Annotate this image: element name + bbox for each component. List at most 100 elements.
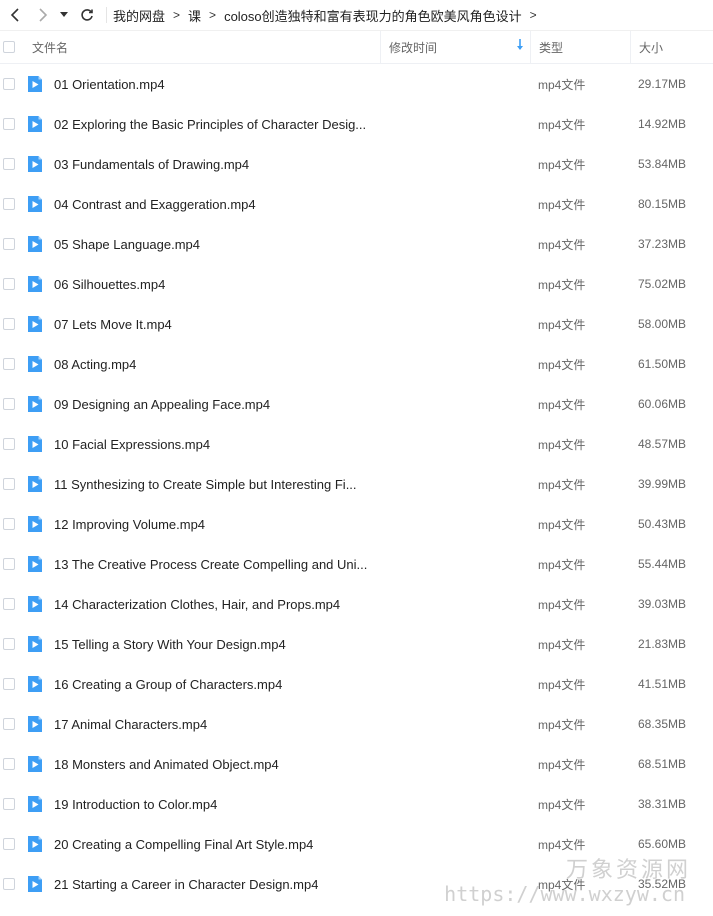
file-type: mp4文件: [538, 717, 586, 732]
file-name-cell: 17 Animal Characters.mp4: [28, 704, 530, 744]
file-row[interactable]: 10 Facial Expressions.mp4 mp4文件 48.57MB: [0, 424, 713, 464]
file-type: mp4文件: [538, 517, 586, 532]
column-header-modified[interactable]: 修改时间: [380, 31, 530, 63]
file-row[interactable]: 21 Starting a Career in Character Design…: [0, 864, 713, 904]
file-row[interactable]: 03 Fundamentals of Drawing.mp4 mp4文件 53.…: [0, 144, 713, 184]
file-size: 39.03MB: [638, 597, 687, 611]
nav-divider: [106, 7, 107, 23]
file-checkbox[interactable]: [3, 558, 15, 570]
file-checkbox[interactable]: [3, 118, 15, 130]
file-row[interactable]: 11 Synthesizing to Create Simple but Int…: [0, 464, 713, 504]
column-header-type[interactable]: 类型: [530, 31, 630, 63]
file-size: 48.57MB: [638, 437, 687, 451]
file-name[interactable]: 03 Fundamentals of Drawing.mp4: [54, 157, 249, 172]
file-checkbox[interactable]: [3, 878, 15, 890]
video-file-icon: [28, 196, 42, 212]
file-name[interactable]: 01 Orientation.mp4: [54, 77, 165, 92]
file-checkbox[interactable]: [3, 278, 15, 290]
back-button[interactable]: [4, 3, 26, 27]
file-name[interactable]: 19 Introduction to Color.mp4: [54, 797, 217, 812]
file-size: 68.51MB: [638, 757, 687, 771]
file-checkbox[interactable]: [3, 438, 15, 450]
video-file-icon: [28, 676, 42, 692]
column-header-name[interactable]: 文件名: [30, 31, 380, 63]
file-row[interactable]: 19 Introduction to Color.mp4 mp4文件 38.31…: [0, 784, 713, 824]
history-dropdown-button[interactable]: [56, 3, 72, 27]
video-file-icon: [28, 436, 42, 452]
file-row[interactable]: 12 Improving Volume.mp4 mp4文件 50.43MB: [0, 504, 713, 544]
file-checkbox[interactable]: [3, 758, 15, 770]
video-file-icon: [28, 716, 42, 732]
file-checkbox[interactable]: [3, 158, 15, 170]
file-name[interactable]: 02 Exploring the Basic Principles of Cha…: [54, 117, 366, 132]
file-size: 38.31MB: [638, 797, 687, 811]
file-checkbox[interactable]: [3, 798, 15, 810]
forward-button[interactable]: [32, 3, 54, 27]
file-type: mp4文件: [538, 77, 586, 92]
file-checkbox[interactable]: [3, 838, 15, 850]
file-checkbox[interactable]: [3, 678, 15, 690]
file-type: mp4文件: [538, 357, 586, 372]
file-row[interactable]: 07 Lets Move It.mp4 mp4文件 58.00MB: [0, 304, 713, 344]
file-row[interactable]: 06 Silhouettes.mp4 mp4文件 75.02MB: [0, 264, 713, 304]
refresh-button[interactable]: [76, 3, 98, 27]
select-all-checkbox[interactable]: [3, 41, 15, 53]
column-header-type-label: 类型: [539, 40, 564, 55]
file-name[interactable]: 14 Characterization Clothes, Hair, and P…: [54, 597, 340, 612]
file-row[interactable]: 01 Orientation.mp4 mp4文件 29.17MB: [0, 64, 713, 104]
file-type: mp4文件: [538, 477, 586, 492]
file-row[interactable]: 18 Monsters and Animated Object.mp4 mp4文…: [0, 744, 713, 784]
file-checkbox[interactable]: [3, 318, 15, 330]
file-type: mp4文件: [538, 837, 586, 852]
file-name[interactable]: 13 The Creative Process Create Compellin…: [54, 557, 367, 572]
file-name[interactable]: 12 Improving Volume.mp4: [54, 517, 205, 532]
file-name[interactable]: 17 Animal Characters.mp4: [54, 717, 207, 732]
file-row[interactable]: 02 Exploring the Basic Principles of Cha…: [0, 104, 713, 144]
file-row[interactable]: 17 Animal Characters.mp4 mp4文件 68.35MB: [0, 704, 713, 744]
file-checkbox[interactable]: [3, 398, 15, 410]
file-row[interactable]: 14 Characterization Clothes, Hair, and P…: [0, 584, 713, 624]
file-row[interactable]: 20 Creating a Compelling Final Art Style…: [0, 824, 713, 864]
file-name[interactable]: 09 Designing an Appealing Face.mp4: [54, 397, 270, 412]
file-checkbox[interactable]: [3, 198, 15, 210]
breadcrumb-separator-icon: >: [529, 8, 537, 22]
file-row[interactable]: 13 The Creative Process Create Compellin…: [0, 544, 713, 584]
file-name[interactable]: 11 Synthesizing to Create Simple but Int…: [54, 477, 357, 492]
file-name[interactable]: 08 Acting.mp4: [54, 357, 136, 372]
file-name[interactable]: 06 Silhouettes.mp4: [54, 277, 165, 292]
video-file-icon: [28, 836, 42, 852]
file-checkbox[interactable]: [3, 598, 15, 610]
file-row[interactable]: 04 Contrast and Exaggeration.mp4 mp4文件 8…: [0, 184, 713, 224]
file-name[interactable]: 04 Contrast and Exaggeration.mp4: [54, 197, 256, 212]
file-row[interactable]: 08 Acting.mp4 mp4文件 61.50MB: [0, 344, 713, 384]
file-name[interactable]: 18 Monsters and Animated Object.mp4: [54, 757, 279, 772]
file-name[interactable]: 05 Shape Language.mp4: [54, 237, 200, 252]
file-checkbox[interactable]: [3, 478, 15, 490]
video-file-icon: [28, 156, 42, 172]
breadcrumb-item-current[interactable]: coloso创造独特和富有表现力的角色欧美风角色设计: [224, 6, 522, 25]
file-row[interactable]: 16 Creating a Group of Characters.mp4 mp…: [0, 664, 713, 704]
file-name[interactable]: 15 Telling a Story With Your Design.mp4: [54, 637, 286, 652]
file-checkbox[interactable]: [3, 358, 15, 370]
column-header-name-label: 文件名: [32, 40, 69, 55]
file-name[interactable]: 16 Creating a Group of Characters.mp4: [54, 677, 282, 692]
file-name[interactable]: 21 Starting a Career in Character Design…: [54, 877, 318, 892]
file-checkbox[interactable]: [3, 638, 15, 650]
breadcrumb-item-course[interactable]: 课: [188, 6, 201, 25]
file-name[interactable]: 20 Creating a Compelling Final Art Style…: [54, 837, 313, 852]
breadcrumb-item-root[interactable]: 我的网盘: [113, 6, 165, 25]
file-checkbox[interactable]: [3, 238, 15, 250]
file-row[interactable]: 15 Telling a Story With Your Design.mp4 …: [0, 624, 713, 664]
file-name[interactable]: 10 Facial Expressions.mp4: [54, 437, 210, 452]
column-header-size[interactable]: 大小: [630, 31, 713, 63]
file-name-cell: 10 Facial Expressions.mp4: [28, 424, 530, 464]
file-row[interactable]: 09 Designing an Appealing Face.mp4 mp4文件…: [0, 384, 713, 424]
file-row[interactable]: 05 Shape Language.mp4 mp4文件 37.23MB: [0, 224, 713, 264]
file-size: 55.44MB: [638, 557, 687, 571]
file-checkbox[interactable]: [3, 518, 15, 530]
file-size: 53.84MB: [638, 157, 687, 171]
file-name[interactable]: 07 Lets Move It.mp4: [54, 317, 172, 332]
file-checkbox[interactable]: [3, 78, 15, 90]
file-checkbox[interactable]: [3, 718, 15, 730]
file-name-cell: 06 Silhouettes.mp4: [28, 264, 530, 304]
